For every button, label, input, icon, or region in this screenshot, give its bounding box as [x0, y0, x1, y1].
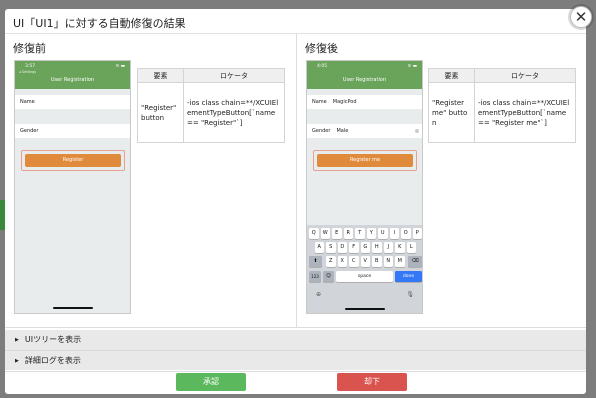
phone-nav-bar: 3:57 ◂ Settings ≋ ▬ User Registration — [15, 61, 130, 89]
key-n: N — [383, 256, 393, 267]
footer-divider — [5, 371, 586, 372]
before-heading: 修復前 — [13, 42, 46, 55]
backspace-icon: ⌫ — [408, 256, 422, 267]
show-ui-tree-toggle[interactable]: ▶ UIツリーを表示 — [5, 330, 586, 350]
key-w: W — [320, 228, 330, 239]
auto-repair-result-modal: UI「UI1」に対する自動修復の結果 修復前 3:57 ◂ Settings ≋… — [5, 9, 586, 394]
element-header: 要素 — [428, 68, 475, 83]
key-v: V — [360, 256, 370, 267]
element-header: 要素 — [137, 68, 184, 83]
keyboard-row-1: Q W E R T Y U I O P — [307, 228, 422, 239]
space-key: space — [336, 271, 393, 282]
nav-title: User Registration — [342, 77, 387, 83]
show-detail-log-label: 詳細ログを表示 — [24, 356, 81, 365]
locator-header: ロケータ — [183, 68, 285, 83]
clear-icon — [415, 129, 419, 133]
modal-title: UI「UI1」に対する自動修復の結果 — [13, 17, 186, 30]
key-t: T — [355, 228, 365, 239]
name-label: Name — [20, 99, 35, 105]
caret-right-icon: ▶ — [15, 337, 19, 343]
key-l: L — [406, 242, 416, 253]
key-c: C — [349, 256, 359, 267]
key-r: R — [343, 228, 353, 239]
locator-cell: -ios class chain=**/XCUIElementTypeButto… — [183, 82, 285, 143]
key-m: M — [395, 256, 405, 267]
gender-row: Gender Male — [307, 124, 422, 138]
key-q: Q — [309, 228, 319, 239]
element-cell: "Register" button — [137, 82, 184, 143]
key-u: U — [378, 228, 388, 239]
name-label: Name — [312, 99, 327, 105]
name-row: Name MagicPod — [307, 95, 422, 109]
reject-button[interactable]: 却下 — [337, 373, 407, 391]
microphone-icon: 🎙 — [406, 291, 414, 298]
keyboard-row-3: ⬆ Z X C V B N M ⌫ — [307, 256, 422, 267]
key-e: E — [332, 228, 342, 239]
highlighted-element: Register me — [313, 150, 417, 171]
show-detail-log-toggle[interactable]: ▶ 詳細ログを表示 — [5, 350, 586, 370]
key-h: H — [372, 242, 382, 253]
shift-icon: ⬆ — [309, 256, 322, 267]
wifi-battery-icon: ≋ ▬ — [407, 64, 417, 69]
before-locator-table: 要素 ロケータ "Register" button -ios class cha… — [137, 68, 285, 143]
key-z: Z — [326, 256, 336, 267]
home-indicator — [53, 307, 93, 309]
key-k: K — [395, 242, 405, 253]
keyboard-row-4: 123 ☺ space done — [307, 271, 422, 282]
key-x: X — [337, 256, 347, 267]
register-me-button: Register me — [317, 154, 413, 167]
before-screenshot: 3:57 ◂ Settings ≋ ▬ User Registration Na… — [14, 60, 131, 314]
before-pane: 修復前 3:57 ◂ Settings ≋ ▬ User Registratio… — [5, 34, 295, 327]
key-o: O — [401, 228, 411, 239]
name-row: Name — [15, 95, 130, 109]
wifi-battery-icon: ≋ ▬ — [115, 64, 125, 69]
key-a: A — [314, 242, 324, 253]
home-indicator — [345, 308, 385, 310]
after-heading: 修復後 — [305, 42, 338, 55]
show-ui-tree-label: UIツリーを表示 — [24, 335, 82, 344]
key-s: S — [326, 242, 336, 253]
locator-header: ロケータ — [474, 68, 576, 83]
key-i: I — [389, 228, 399, 239]
content-divider — [5, 327, 586, 328]
close-icon[interactable]: ✕ — [570, 6, 592, 28]
key-g: G — [360, 242, 370, 253]
gender-label: Gender — [312, 128, 331, 134]
numbers-key: 123 — [309, 271, 321, 282]
after-locator-table: 要素 ロケータ "Register me" button -ios class … — [428, 68, 576, 143]
caret-right-icon: ▶ — [15, 358, 19, 364]
key-f: F — [349, 242, 359, 253]
gender-label: Gender — [20, 128, 39, 134]
gender-value: Male — [336, 128, 349, 134]
keyboard-row-2: A S D F G H J K L — [307, 242, 422, 253]
emoji-icon: ☺ — [323, 271, 334, 282]
key-y: Y — [366, 228, 376, 239]
locator-cell: -ios class chain=**/XCUIElementTypeButto… — [474, 82, 576, 143]
key-b: B — [372, 256, 382, 267]
back-link: ◂ Settings — [19, 70, 37, 74]
status-time: 3:57 — [25, 64, 36, 69]
globe-icon: ⊕ — [316, 291, 322, 298]
after-pane: 修復後 4:05 ≋ ▬ User Registration Name Magic… — [296, 34, 586, 327]
name-value: MagicPod — [332, 99, 357, 105]
after-screenshot: 4:05 ≋ ▬ User Registration Name MagicPod … — [306, 60, 423, 314]
nav-title: User Registration — [50, 77, 95, 83]
highlighted-element: Register — [21, 150, 125, 171]
key-p: P — [412, 228, 422, 239]
software-keyboard: Q W E R T Y U I O P A S D F G H J K L ⬆ … — [307, 225, 422, 313]
approve-button[interactable]: 承認 — [176, 373, 246, 391]
status-time: 4:05 — [317, 64, 328, 69]
done-key: done — [395, 271, 422, 282]
element-cell: "Register me" button — [428, 82, 475, 143]
key-d: D — [337, 242, 347, 253]
register-button: Register — [25, 154, 121, 167]
gender-row: Gender — [15, 124, 130, 138]
key-j: J — [383, 242, 393, 253]
phone-nav-bar: 4:05 ≋ ▬ User Registration — [307, 61, 422, 89]
